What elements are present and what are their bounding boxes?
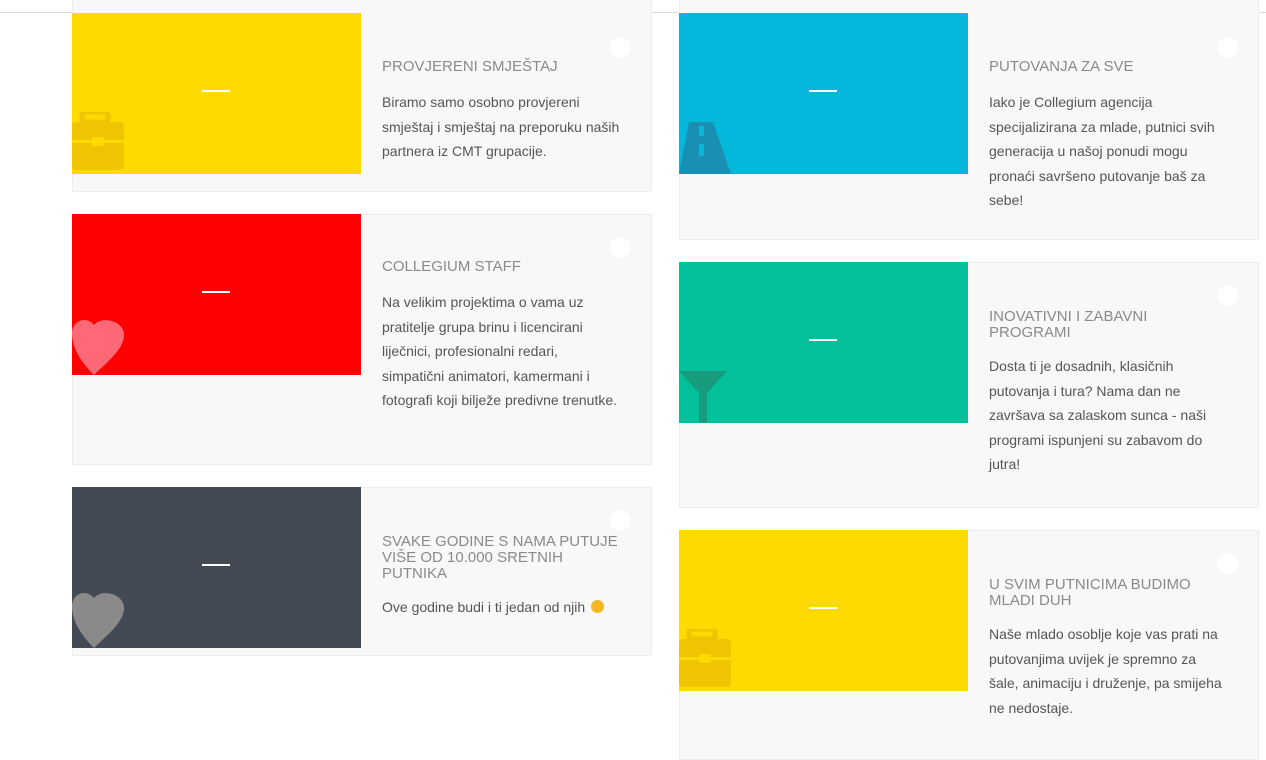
card-toggle-dot[interactable] [1217, 285, 1238, 306]
divider-dash [809, 339, 837, 341]
heart-icon [72, 319, 125, 375]
cocktail-icon [679, 371, 727, 423]
divider-dash [202, 90, 230, 92]
card-toggle-dot[interactable] [1217, 37, 1238, 58]
feature-card-travelers: SVAKE GODINE S NAMA PUTUJE VIŠE OD 10.00… [72, 487, 652, 656]
card-image-panel [72, 13, 361, 174]
feature-card-young-spirit: U SVIM PUTNICIMA BUDIMO MLADI DUH Naše m… [679, 530, 1259, 760]
card-title: COLLEGIUM STAFF [382, 258, 521, 275]
card-toggle-dot[interactable] [610, 510, 631, 531]
card-toggle-dot[interactable] [610, 237, 631, 258]
heart-icon [72, 592, 125, 648]
card-image-panel [72, 214, 361, 375]
card-description: Na velikim projektima o vama uz pratitel… [382, 294, 618, 408]
feature-card-staff: COLLEGIUM STAFF Na velikim projektima o … [72, 214, 652, 465]
card-image-panel [679, 530, 968, 691]
divider-dash [202, 291, 230, 293]
divider-dash [809, 90, 837, 92]
card-description: Naše mlado osoblje koje vas prati na put… [989, 626, 1222, 716]
road-icon [679, 122, 731, 174]
card-description: Ove godine budi i ti jedan od njih [382, 595, 620, 620]
suitcase-icon [72, 112, 124, 170]
card-title: U SVIM PUTNICIMA BUDIMO MLADI DUH [989, 576, 1191, 609]
card-toggle-dot[interactable] [1217, 553, 1238, 574]
card-title: INOVATIVNI I ZABAVNI PROGRAMI [989, 308, 1148, 341]
card-image-panel [679, 262, 968, 423]
card-title: PROVJERENI SMJEŠTAJ [382, 58, 558, 75]
card-image-panel [72, 487, 361, 648]
card-title: PUTOVANJA ZA SVE [989, 58, 1134, 75]
card-description: Dosta ti je dosadnih, klasičnih putovanj… [989, 358, 1207, 472]
card-image-panel [679, 13, 968, 174]
card-description: Biramo samo osobno provjereni smještaj i… [382, 94, 620, 159]
card-toggle-dot[interactable] [610, 37, 631, 58]
feature-card-accommodation: PROVJERENI SMJEŠTAJ Biramo samo osobno p… [72, 0, 652, 192]
wink-emoji-icon [591, 600, 605, 613]
feature-card-travel-for-all: PUTOVANJA ZA SVE Iako je Collegium agenc… [679, 0, 1259, 240]
divider-dash [809, 607, 837, 609]
card-description-text: Ove godine budi i ti jedan od njih [382, 599, 586, 615]
divider-dash [202, 564, 230, 566]
card-description: Iako je Collegium agencija specijalizira… [989, 94, 1215, 208]
card-title: SVAKE GODINE S NAMA PUTUJE VIŠE OD 10.00… [382, 533, 618, 582]
feature-card-programs: INOVATIVNI I ZABAVNI PROGRAMI Dosta ti j… [679, 262, 1259, 508]
suitcase-icon [679, 629, 731, 687]
